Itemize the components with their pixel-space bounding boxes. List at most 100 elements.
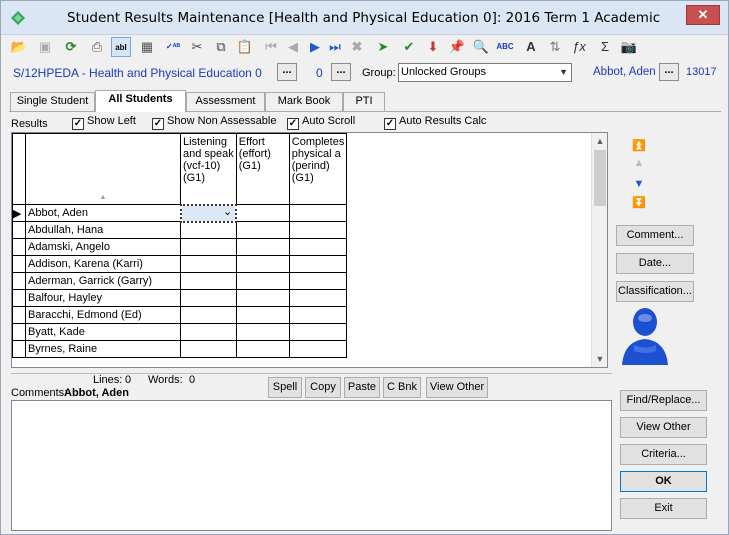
header-student-name[interactable]: ▲ [25, 133, 181, 205]
view-other-button[interactable]: View Other [620, 417, 707, 438]
table-row[interactable]: ▶ Abbot, Aden ⌄ [12, 203, 348, 223]
show-left-checkbox[interactable]: ✓ Show Left [72, 115, 136, 130]
result-cell[interactable] [180, 255, 237, 273]
previous-record-icon[interactable]: ◀ [283, 37, 303, 57]
spell-check-icon[interactable]: ✓ᴬᴮ [163, 37, 183, 57]
auto-scroll-checkbox[interactable]: ✓ Auto Scroll [287, 115, 355, 130]
move-up-icon[interactable]: ▲ [631, 156, 647, 170]
auto-results-calc-checkbox[interactable]: ✓ Auto Results Calc [384, 115, 486, 130]
last-record-icon[interactable]: ⏭ [325, 37, 345, 57]
exit-button[interactable]: Exit [620, 498, 707, 519]
header-effort[interactable]: Effort (effort) (G1) [235, 133, 290, 205]
next-record-icon[interactable]: ▶ [305, 37, 325, 57]
scroll-thumb[interactable] [594, 150, 606, 206]
result-cell[interactable] [235, 221, 290, 239]
print-icon[interactable]: ⎙ [87, 37, 107, 57]
chevron-down-icon[interactable]: ⌄ [223, 207, 232, 218]
result-cell[interactable] [288, 323, 348, 341]
close-button[interactable]: ✕ [686, 5, 720, 25]
comments-textarea[interactable] [11, 400, 612, 531]
result-cell[interactable] [180, 221, 237, 239]
result-cell[interactable] [288, 238, 348, 256]
comments-view-other-button[interactable]: View Other [426, 377, 488, 398]
table-row[interactable]: Baracchi, Edmond (Ed) [12, 306, 348, 324]
calculator-icon[interactable]: ▦ [137, 37, 157, 57]
result-cell[interactable] [288, 289, 348, 307]
pin-icon[interactable]: 📌 [447, 37, 467, 57]
date-button[interactable]: Date... [616, 253, 694, 274]
student-name-cell[interactable]: Baracchi, Edmond (Ed) [25, 306, 181, 324]
preview-icon[interactable]: 🔍 [471, 37, 491, 57]
tab-pti[interactable]: PTI [343, 92, 385, 111]
criteria-button[interactable]: Criteria... [620, 444, 707, 465]
camera-icon[interactable]: 📷 [619, 37, 639, 57]
result-cell[interactable] [235, 272, 290, 290]
result-cell-active[interactable]: ⌄ [179, 203, 238, 223]
result-cell[interactable] [288, 221, 348, 239]
scroll-down-icon[interactable]: ▼ [592, 351, 607, 367]
vertical-scrollbar[interactable]: ▲ ▼ [591, 133, 607, 367]
function-icon[interactable]: ƒx [569, 37, 589, 57]
result-cell[interactable] [180, 306, 237, 324]
result-cell[interactable] [235, 306, 290, 324]
result-cell[interactable] [180, 272, 237, 290]
result-cell[interactable] [288, 272, 348, 290]
result-cell[interactable] [288, 306, 348, 324]
student-name-cell[interactable]: Abbot, Aden [25, 204, 181, 222]
student-name-cell[interactable]: Adamski, Angelo [25, 238, 181, 256]
tab-all-students[interactable]: All Students [95, 90, 186, 112]
result-cell[interactable] [235, 323, 290, 341]
table-row[interactable]: Byrnes, Raine [12, 340, 348, 358]
save-icon[interactable]: ▣ [35, 37, 55, 57]
spell-button[interactable]: Spell [268, 377, 302, 398]
comment-bank-button[interactable]: C Bnk [383, 377, 421, 398]
import-icon[interactable]: ➤ [373, 37, 393, 57]
scroll-up-icon[interactable]: ▲ [592, 133, 607, 149]
download-icon[interactable]: ⬇ [423, 37, 443, 57]
paste-icon[interactable]: 📋 [235, 37, 255, 57]
result-cell[interactable] [235, 340, 290, 358]
move-last-icon[interactable]: ⏬ [631, 196, 647, 210]
ok-button[interactable]: OK [620, 471, 707, 492]
find-replace-button[interactable]: Find/Replace... [620, 390, 707, 411]
paste-button[interactable]: Paste [344, 377, 380, 398]
classification-button[interactable]: Classification... [616, 281, 694, 302]
student-name-cell[interactable]: Aderman, Garrick (Garry) [25, 272, 181, 290]
student-name-cell[interactable]: Balfour, Hayley [25, 289, 181, 307]
result-cell[interactable] [180, 323, 237, 341]
count-select-button[interactable]: ... [331, 63, 351, 81]
result-cell[interactable] [180, 238, 237, 256]
sort-icon[interactable]: ⇅ [545, 37, 565, 57]
student-name-cell[interactable]: Addison, Karena (Karri) [25, 255, 181, 273]
result-cell[interactable] [288, 204, 348, 222]
sum-icon[interactable]: Σ [595, 37, 615, 57]
table-row[interactable]: Aderman, Garrick (Garry) [12, 272, 348, 290]
student-select-button[interactable]: ... [659, 63, 679, 81]
result-cell[interactable] [288, 255, 348, 273]
result-cell[interactable] [235, 238, 290, 256]
course-select-button[interactable]: ... [277, 63, 297, 81]
result-cell[interactable] [180, 340, 237, 358]
cut-icon[interactable]: ✂ [187, 37, 207, 57]
refresh-icon[interactable]: ⟳ [61, 37, 81, 57]
spell-abc-icon[interactable]: ABC [495, 37, 515, 57]
result-cell[interactable] [235, 255, 290, 273]
comment-button[interactable]: Comment... [616, 225, 694, 246]
result-cell[interactable] [180, 289, 237, 307]
table-row[interactable]: Adamski, Angelo [12, 238, 348, 256]
open-folder-icon[interactable]: 📂 [9, 37, 29, 57]
move-down-icon[interactable]: ▼ [631, 177, 647, 191]
tab-mark-book[interactable]: Mark Book [265, 92, 343, 111]
result-cell[interactable] [288, 340, 348, 358]
group-select[interactable]: Unlocked Groups ▼ [398, 63, 572, 82]
approve-icon[interactable]: ✔ [399, 37, 419, 57]
table-row[interactable]: Addison, Karena (Karri) [12, 255, 348, 273]
tab-assessment[interactable]: Assessment [186, 92, 265, 111]
table-row[interactable]: Balfour, Hayley [12, 289, 348, 307]
result-cell[interactable] [235, 204, 290, 222]
first-record-icon[interactable]: ⏮ [261, 37, 281, 57]
copy-button[interactable]: Copy [305, 377, 341, 398]
font-icon[interactable]: A [521, 37, 541, 57]
move-first-icon[interactable]: ⏫ [631, 139, 647, 153]
result-cell[interactable] [235, 289, 290, 307]
